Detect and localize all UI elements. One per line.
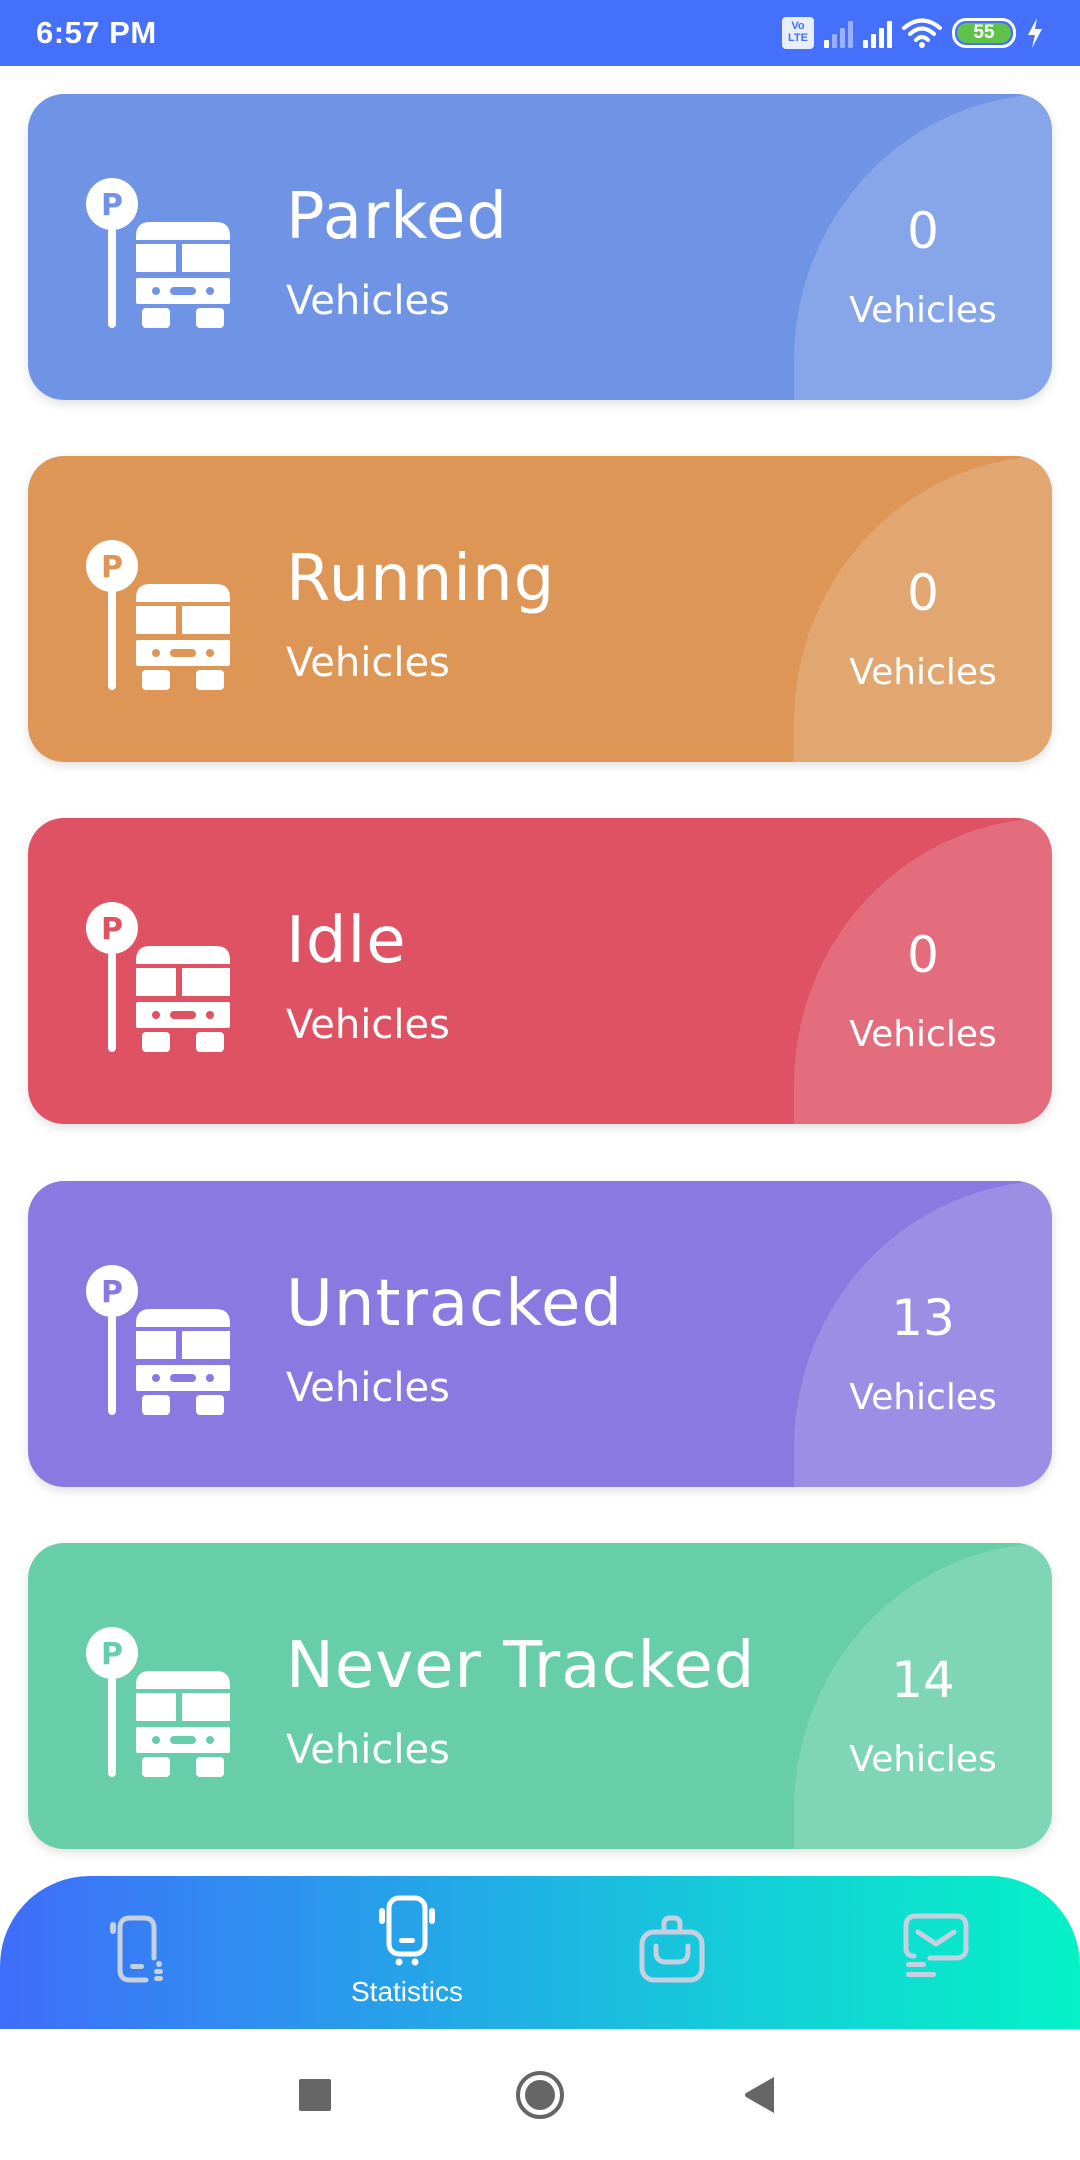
volte-label-top: Vo <box>791 20 805 32</box>
vehicle-status-card-parked[interactable]: P Parked Vehicles 0 Vehicles <box>28 94 1052 400</box>
system-navigation-bar <box>0 2029 1080 2160</box>
nav-label-statistics: Statistics <box>350 1976 464 2007</box>
status-bar: 6:57 PM Vo LTE 55 <box>0 0 1080 66</box>
card-title: Parked <box>286 180 509 254</box>
card-unit: Vehicles <box>849 1014 997 1055</box>
battery-level: 55 <box>957 22 1011 43</box>
home-icon[interactable] <box>515 2070 565 2120</box>
card-count: 13 <box>891 1289 955 1347</box>
card-title: Running <box>286 542 556 616</box>
vehicle-status-card-never-tracked[interactable]: P Never Tracked Vehicles 14 Vehicles <box>28 1543 1052 1849</box>
device-list-icon <box>110 1915 163 1983</box>
card-count: 0 <box>907 564 939 622</box>
vehicle-status-card-idle[interactable]: P Idle Vehicles 0 Vehicles <box>28 818 1052 1124</box>
bag-icon <box>639 1915 705 1983</box>
card-unit: Vehicles <box>849 1739 997 1780</box>
parking-bus-icon: P <box>86 540 230 690</box>
card-count: 0 <box>907 926 939 984</box>
card-subtitle: Vehicles <box>286 640 450 686</box>
svg-text:P: P <box>101 550 123 585</box>
card-subtitle: Vehicles <box>286 278 450 324</box>
charging-icon <box>1028 18 1042 48</box>
volte-label-bottom: LTE <box>788 32 808 44</box>
card-subtitle: Vehicles <box>286 1365 450 1411</box>
card-unit: Vehicles <box>849 290 997 331</box>
card-count: 0 <box>907 202 939 260</box>
nav-item-bag[interactable] <box>572 1876 772 2029</box>
nav-item-statistics[interactable]: Statistics <box>307 1876 507 2029</box>
svg-text:P: P <box>101 1275 123 1310</box>
parking-bus-icon: P <box>86 1265 230 1415</box>
parking-bus-icon: P <box>86 902 230 1052</box>
card-subtitle: Vehicles <box>286 1727 450 1773</box>
message-icon <box>903 1913 969 1977</box>
bottom-navigation: Statistics <box>0 1876 1080 2029</box>
signal-weak-icon <box>824 18 853 48</box>
nav-item-devices[interactable] <box>42 1876 242 2029</box>
card-count: 14 <box>891 1651 955 1709</box>
card-title: Never Tracked <box>286 1629 756 1703</box>
vehicle-status-card-running[interactable]: P Running Vehicles 0 Vehicles <box>28 456 1052 762</box>
wifi-icon <box>902 18 942 48</box>
svg-text:P: P <box>101 188 123 223</box>
svg-text:P: P <box>101 1637 123 1672</box>
parking-bus-icon: P <box>86 178 230 328</box>
svg-text:P: P <box>101 912 123 947</box>
parking-bus-icon: P <box>86 1627 230 1777</box>
card-title: Untracked <box>286 1267 623 1341</box>
card-unit: Vehicles <box>849 1377 997 1418</box>
nav-item-messages[interactable] <box>836 1876 1036 2029</box>
card-unit: Vehicles <box>849 652 997 693</box>
status-time: 6:57 PM <box>36 15 157 50</box>
volte-icon: Vo LTE <box>782 17 814 49</box>
vehicle-status-card-untracked[interactable]: P Untracked Vehicles 13 Vehicles <box>28 1181 1052 1487</box>
card-title: Idle <box>286 904 407 978</box>
recents-icon[interactable] <box>298 2078 332 2112</box>
status-icons: Vo LTE 55 <box>782 17 1044 49</box>
back-icon[interactable] <box>744 2076 776 2114</box>
statistics-icon <box>379 1895 435 1966</box>
signal-icon <box>863 18 892 48</box>
battery-icon: 55 <box>952 18 1016 48</box>
card-subtitle: Vehicles <box>286 1002 450 1048</box>
